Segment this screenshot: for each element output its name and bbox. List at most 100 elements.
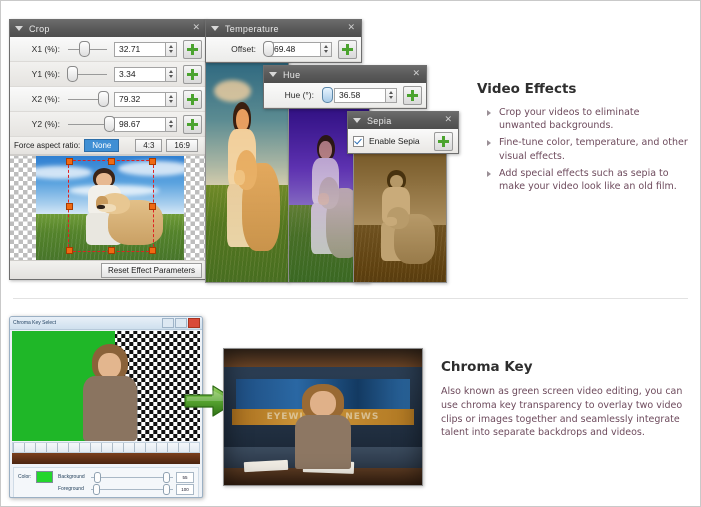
- chroma-dialog-titlebar[interactable]: Chroma Key Select: [10, 317, 202, 330]
- crop-slider-y1[interactable]: [66, 66, 109, 82]
- temperature-slider-offset[interactable]: [262, 41, 275, 57]
- maximize-icon[interactable]: [175, 318, 187, 328]
- aspect-ratio-4-3-button[interactable]: 4:3: [135, 139, 163, 152]
- crop-spinner-x2[interactable]: [166, 91, 177, 107]
- crop-value-y2[interactable]: 98.67: [114, 116, 166, 132]
- aspect-ratio-label: Force aspect ratio:: [14, 141, 81, 150]
- background-slider[interactable]: [91, 471, 173, 483]
- slider-knob[interactable]: [321, 87, 333, 103]
- temperature-add-keyframe-button[interactable]: [338, 39, 357, 59]
- section-divider: [13, 298, 688, 299]
- foreground-value[interactable]: 100: [176, 483, 194, 495]
- minimize-icon[interactable]: [162, 318, 174, 328]
- crop-preview[interactable]: [10, 155, 206, 260]
- sepia-row: Enable Sepia: [348, 129, 458, 153]
- crop-value-y1[interactable]: 3.34: [114, 66, 166, 82]
- sepia-preview-thumbnail: [353, 151, 447, 283]
- crop-handle-bottom-center[interactable]: [108, 247, 115, 254]
- video-effects-heading: Video Effects: [477, 81, 577, 97]
- crop-spinner-x1[interactable]: [166, 41, 177, 57]
- hue-value[interactable]: 36.58: [334, 87, 386, 103]
- crop-handle-bottom-left[interactable]: [66, 247, 73, 254]
- video-effects-text-block: Video Effects Crop your videos to elimin…: [477, 81, 689, 197]
- timeline-ruler[interactable]: [12, 442, 200, 453]
- slider-knob[interactable]: [67, 66, 79, 82]
- crop-spinner-y2[interactable]: [166, 116, 177, 132]
- crop-row-y1: Y1 (%): 3.34: [10, 62, 206, 87]
- chroma-controls: Color: Background 55 Foreground 100 OK: [13, 467, 199, 497]
- color-label: Color:: [18, 474, 32, 480]
- close-icon[interactable]: [188, 318, 200, 328]
- crop-mask-right: [184, 156, 206, 260]
- crop-add-keyframe-x2-button[interactable]: [183, 89, 202, 109]
- background-value[interactable]: 55: [176, 471, 194, 483]
- crop-label-y2: Y2 (%):: [31, 119, 60, 129]
- crop-handle-top-left[interactable]: [66, 158, 73, 165]
- list-item: Crop your videos to eliminate unwanted b…: [487, 106, 689, 132]
- crop-panel-title: Crop: [29, 23, 50, 34]
- chroma-key-select-dialog: Chroma Key Select Color: Background 55 F…: [9, 316, 203, 498]
- slider-knob[interactable]: [97, 91, 109, 107]
- hue-panel-header[interactable]: Hue ✕: [264, 66, 426, 83]
- sepia-add-keyframe-button[interactable]: [434, 131, 453, 151]
- crop-row-x1: X1 (%): 32.71: [10, 37, 206, 62]
- crop-handle-top-center[interactable]: [108, 158, 115, 165]
- page-root: Crop ✕ X1 (%): 32.71 Y1 (%): 3.34 X2 (%)…: [0, 0, 701, 507]
- video-effects-bullet-list: Crop your videos to eliminate unwanted b…: [477, 106, 689, 193]
- temperature-panel: Temperature ✕ Offset: 69.48: [205, 19, 362, 63]
- crop-row-x2: X2 (%): 79.32: [10, 87, 206, 112]
- foreground-label: Foreground: [58, 486, 84, 492]
- color-swatch[interactable]: [36, 471, 53, 483]
- triangle-down-icon[interactable]: [353, 118, 361, 123]
- crop-label-x1: X1 (%):: [31, 44, 60, 54]
- crop-handle-middle-right[interactable]: [149, 203, 156, 210]
- slider-knob[interactable]: [103, 116, 115, 132]
- reset-effect-parameters-button[interactable]: Reset Effect Parameters: [101, 262, 202, 278]
- chroma-dialog-canvas[interactable]: [12, 331, 200, 441]
- crop-slider-y2[interactable]: [66, 116, 115, 132]
- crop-selection-rect[interactable]: [66, 158, 156, 254]
- close-icon[interactable]: ✕: [347, 23, 355, 32]
- timeline-clip[interactable]: [12, 453, 200, 464]
- hue-add-keyframe-button[interactable]: [403, 85, 422, 105]
- slider-knob[interactable]: [263, 41, 275, 57]
- aspect-ratio-16-9-button[interactable]: 16:9: [166, 139, 198, 152]
- hue-slider[interactable]: [320, 87, 333, 103]
- close-icon[interactable]: ✕: [192, 23, 200, 32]
- triangle-down-icon[interactable]: [211, 26, 219, 31]
- slider-knob[interactable]: [79, 41, 91, 57]
- sepia-panel-header[interactable]: Sepia ✕: [348, 112, 458, 129]
- temperature-label-offset: Offset:: [231, 44, 256, 54]
- triangle-down-icon[interactable]: [15, 26, 23, 31]
- foreground-slider[interactable]: [91, 483, 173, 495]
- temperature-spinner-offset[interactable]: [321, 41, 332, 57]
- temperature-panel-header[interactable]: Temperature ✕: [206, 20, 361, 37]
- crop-add-keyframe-y2-button[interactable]: [183, 114, 202, 134]
- crop-panel-header[interactable]: Crop ✕: [10, 20, 206, 37]
- hue-spinner[interactable]: [386, 87, 397, 103]
- crop-value-x1[interactable]: 32.71: [114, 41, 166, 57]
- crop-slider-x1[interactable]: [66, 41, 109, 57]
- aspect-ratio-none-button[interactable]: None: [84, 139, 120, 152]
- crop-add-keyframe-x1-button[interactable]: [183, 39, 202, 59]
- triangle-down-icon[interactable]: [269, 72, 277, 77]
- enable-sepia-checkbox[interactable]: [353, 135, 364, 147]
- crop-label-x2: X2 (%):: [31, 94, 60, 104]
- crop-panel: Crop ✕ X1 (%): 32.71 Y1 (%): 3.34 X2 (%)…: [9, 19, 207, 280]
- close-icon[interactable]: ✕: [412, 69, 420, 78]
- crop-handle-bottom-right[interactable]: [149, 247, 156, 254]
- crop-add-keyframe-y1-button[interactable]: [183, 64, 202, 84]
- chroma-key-text-block: Chroma Key Also known as green screen vi…: [441, 359, 685, 440]
- crop-label-y1: Y1 (%):: [31, 69, 60, 79]
- temperature-value-offset[interactable]: 69.48: [269, 41, 321, 57]
- crop-slider-x2[interactable]: [66, 91, 109, 107]
- list-item: Fine-tune color, temperature, and other …: [487, 137, 688, 162]
- crop-row-y2: Y2 (%): 98.67: [10, 112, 206, 137]
- crop-value-x2[interactable]: 79.32: [114, 91, 166, 107]
- crop-spinner-y1[interactable]: [166, 66, 177, 82]
- enable-sepia-label: Enable Sepia: [369, 136, 420, 146]
- close-icon[interactable]: ✕: [444, 115, 452, 124]
- crop-handle-top-right[interactable]: [149, 158, 156, 165]
- anchor-figure: [82, 344, 138, 441]
- crop-handle-middle-left[interactable]: [66, 203, 73, 210]
